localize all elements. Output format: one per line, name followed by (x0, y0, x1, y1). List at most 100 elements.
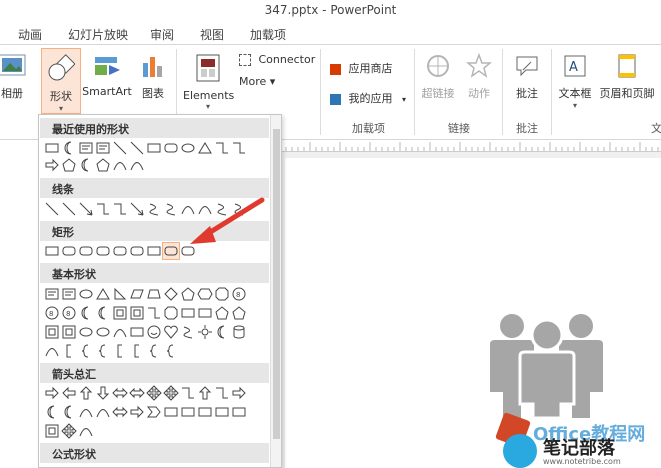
more-button[interactable]: More ▾ (239, 75, 275, 88)
shape-circnum-icon[interactable]: 8 (61, 305, 77, 321)
shape-hex-icon[interactable] (197, 286, 213, 302)
shape-wave-icon[interactable] (163, 201, 179, 217)
connector-button[interactable]: Connector (239, 53, 315, 66)
shape-brace-icon[interactable] (146, 343, 162, 359)
shape-trap-icon[interactable] (146, 286, 162, 302)
shape-lrarrow-icon[interactable] (129, 385, 145, 401)
shape-sun-icon[interactable] (197, 324, 213, 340)
shape-penta-icon[interactable] (231, 305, 247, 321)
shape-rect-icon[interactable] (146, 140, 162, 156)
shape-text-icon[interactable] (61, 286, 77, 302)
shape-rect-icon[interactable] (44, 140, 60, 156)
shape-arrow-icon[interactable] (78, 201, 94, 217)
shape-elbow-icon[interactable] (146, 305, 162, 321)
shape-rect-icon[interactable] (146, 243, 162, 259)
shape-para-icon[interactable] (129, 286, 145, 302)
shape-brace-icon[interactable] (95, 343, 111, 359)
chart-button[interactable]: 图表 (137, 53, 169, 101)
shape-rtri-icon[interactable] (112, 286, 128, 302)
shape-rect-icon[interactable] (231, 404, 247, 420)
shape-oval-icon[interactable] (78, 286, 94, 302)
shape-tri-icon[interactable] (197, 140, 213, 156)
shape-brace-icon[interactable] (78, 343, 94, 359)
shape-rrect-icon[interactable] (112, 243, 128, 259)
shape-larrow-icon[interactable] (61, 385, 77, 401)
shape-curve-icon[interactable] (129, 157, 145, 173)
shape-moon-icon[interactable] (214, 324, 230, 340)
shape-rrect-icon[interactable] (129, 243, 145, 259)
shape-elbow-icon[interactable] (112, 201, 128, 217)
shape-tri-icon[interactable] (95, 286, 111, 302)
shape-elbow-icon[interactable] (231, 140, 247, 156)
shape-oval-icon[interactable] (78, 324, 94, 340)
shape-wave-icon[interactable] (146, 201, 162, 217)
shape-oval-icon[interactable] (180, 140, 196, 156)
shape-penta-icon[interactable] (95, 157, 111, 173)
shape-uarrow-icon[interactable] (197, 385, 213, 401)
shape-frame-icon[interactable] (44, 423, 60, 439)
store-button[interactable]: 应用商店 (330, 60, 393, 76)
elements-button[interactable]: Elements ▾ (183, 53, 234, 111)
shape-rarrow-icon[interactable] (44, 385, 60, 401)
slide-canvas[interactable]: Office教程网 笔记部落 www.notetribe.com (285, 158, 661, 468)
shape-bracket-icon[interactable] (129, 343, 145, 359)
shape-elbow-icon[interactable] (95, 201, 111, 217)
shape-line-icon[interactable] (61, 201, 77, 217)
shape-elbow-icon[interactable] (214, 140, 230, 156)
tab-slideshow[interactable]: 幻灯片放映 (68, 26, 128, 43)
shape-rect-icon[interactable] (214, 404, 230, 420)
shape-frame-icon[interactable] (129, 305, 145, 321)
shape-penta-icon[interactable] (214, 305, 230, 321)
shape-rrect-icon[interactable] (95, 243, 111, 259)
shape-frame-icon[interactable] (44, 324, 60, 340)
shape-darrow-icon[interactable] (95, 385, 111, 401)
shape-line-icon[interactable] (44, 201, 60, 217)
shape-rect-icon[interactable] (180, 305, 196, 321)
shape-text-icon[interactable] (78, 140, 94, 156)
shape-uarrow-icon[interactable] (78, 385, 94, 401)
comment-button[interactable]: 批注 (512, 53, 542, 101)
shape-oval-icon[interactable] (95, 324, 111, 340)
tab-addins[interactable]: 加载项 (250, 26, 286, 43)
shape-quad-icon[interactable] (146, 385, 162, 401)
shape-rrect-icon[interactable] (78, 243, 94, 259)
album-button[interactable]: 相册 (0, 53, 28, 101)
tab-animations[interactable]: 动画 (18, 26, 42, 43)
shape-arrow-icon[interactable] (129, 201, 145, 217)
shape-rarrow-icon[interactable] (231, 385, 247, 401)
shape-text-icon[interactable] (44, 286, 60, 302)
shape-rect-icon[interactable] (44, 243, 60, 259)
shape-moon-icon[interactable] (78, 305, 94, 321)
shape-rect-icon[interactable] (197, 305, 213, 321)
shape-curve-icon[interactable] (112, 157, 128, 173)
shape-rarrow-icon[interactable] (129, 404, 145, 420)
shape-line-icon[interactable] (129, 140, 145, 156)
textbox-button[interactable]: A 文本框 ▾ (556, 53, 594, 110)
shape-lrarrow-icon[interactable] (112, 385, 128, 401)
shape-wave-icon[interactable] (180, 324, 196, 340)
shape-can-icon[interactable] (231, 324, 247, 340)
shape-lrarrow-icon[interactable] (112, 404, 128, 420)
shape-oct-icon[interactable] (163, 305, 179, 321)
shape-elbow-icon[interactable] (214, 385, 230, 401)
shape-quad-icon[interactable] (163, 385, 179, 401)
shape-moon-icon[interactable] (44, 404, 60, 420)
shape-chev-icon[interactable] (146, 404, 162, 420)
myapps-button[interactable]: 我的应用 ▾ (330, 90, 406, 106)
tab-review[interactable]: 审阅 (150, 26, 174, 43)
shape-penta-icon[interactable] (180, 286, 196, 302)
hyperlink-button[interactable]: 超链接 (420, 53, 456, 101)
header-footer-button[interactable]: 页眉和页脚 (596, 53, 658, 101)
shape-frame-icon[interactable] (112, 305, 128, 321)
shape-curve-icon[interactable] (78, 404, 94, 420)
shape-circnum-icon[interactable]: 8 (44, 305, 60, 321)
shape-frame-icon[interactable] (61, 324, 77, 340)
shape-curve-icon[interactable] (112, 324, 128, 340)
shape-moon-icon[interactable] (61, 140, 77, 156)
horizontal-ruler[interactable] (280, 140, 661, 152)
shape-diamond-icon[interactable] (163, 286, 179, 302)
shape-moon-icon[interactable] (78, 157, 94, 173)
shape-bracket-icon[interactable] (112, 343, 128, 359)
shape-moon-icon[interactable] (61, 404, 77, 420)
tab-view[interactable]: 视图 (200, 26, 224, 43)
